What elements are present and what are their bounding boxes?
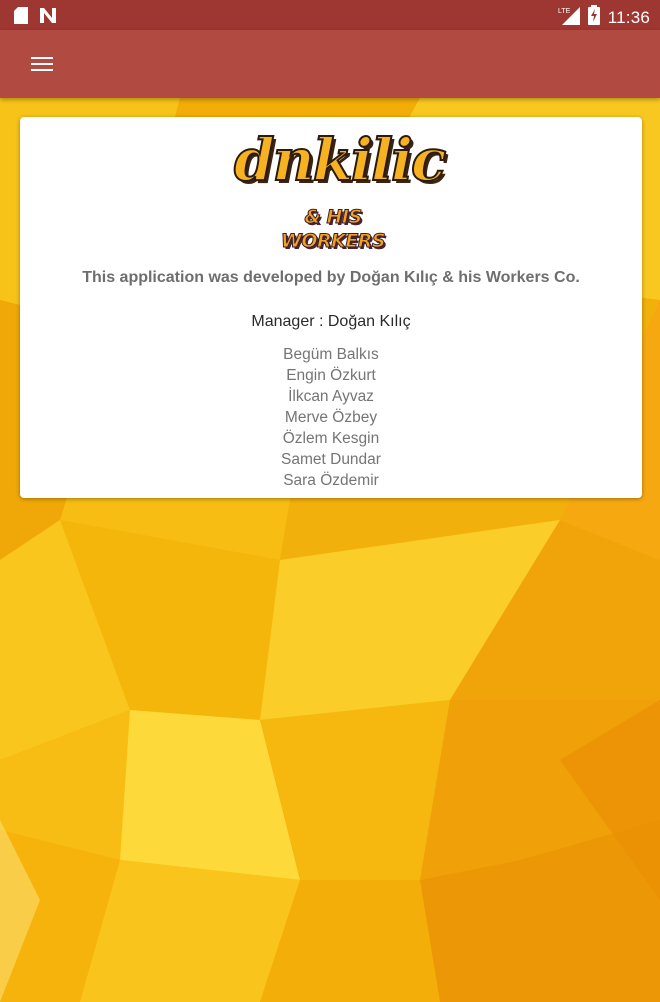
worker-name: İlkcan Ayvaz — [288, 388, 374, 405]
status-bar: LTE 11:36 — [0, 0, 660, 30]
worker-name: Engin Özkurt — [286, 367, 376, 384]
workers-list: Begüm Balkıs Engin Özkurt İlkcan Ayvaz M… — [20, 344, 642, 491]
battery-charging-icon — [587, 5, 600, 30]
logo-sub-text: & HIS WORKERS — [280, 206, 386, 253]
app-bar — [0, 30, 660, 98]
sd-card-icon — [14, 7, 28, 29]
logo-main-text: dnkilic — [233, 125, 447, 195]
manager-text: Manager : Doğan Kılıç — [251, 313, 411, 330]
lte-label: LTE — [558, 8, 571, 15]
worker-name: Sara Özdemir — [283, 472, 379, 489]
lte-signal-icon: LTE — [558, 5, 580, 30]
worker-name: Özlem Kesgin — [282, 430, 380, 447]
status-time: 11:36 — [607, 7, 650, 27]
developer-text: This application was developed by Doğan … — [82, 269, 580, 286]
company-logo: dnkilic & HIS WORKERS — [233, 123, 447, 253]
n-notification-icon — [40, 8, 56, 28]
hamburger-menu-icon — [31, 57, 53, 71]
about-card: dnkilic & HIS WORKERS This application w… — [20, 117, 642, 498]
status-left-icons — [14, 7, 56, 29]
worker-name: Samet Dundar — [281, 451, 381, 468]
status-right-icons: LTE 11:36 — [558, 5, 650, 30]
menu-button[interactable] — [22, 48, 62, 80]
worker-name: Begüm Balkıs — [283, 346, 379, 363]
worker-name: Merve Özbey — [284, 409, 378, 426]
